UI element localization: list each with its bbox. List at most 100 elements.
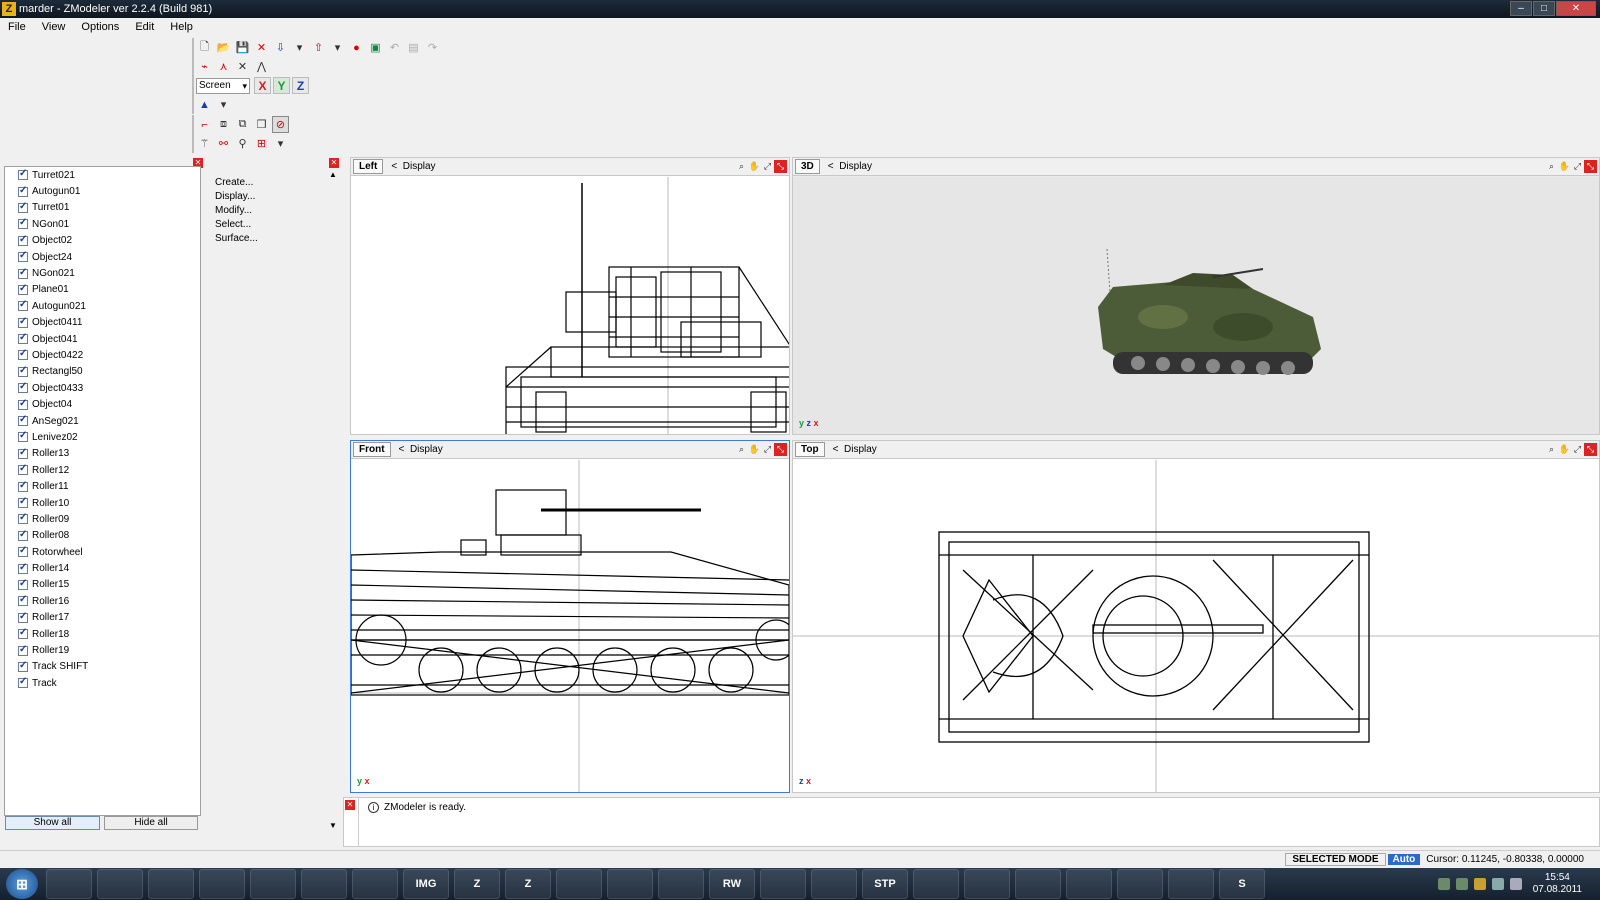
start-button[interactable]: ⊞ — [6, 869, 38, 899]
cross-tool-icon[interactable]: ✕ — [234, 58, 251, 75]
visibility-checkbox[interactable] — [18, 447, 28, 459]
taskbar-app-button[interactable] — [913, 869, 959, 899]
open-file-icon[interactable]: 📂 — [215, 39, 232, 56]
object-list-item[interactable]: Roller16 — [5, 593, 200, 609]
cmd-create[interactable]: Create... — [205, 176, 325, 190]
tray-icon[interactable] — [1473, 878, 1486, 890]
cmd-display[interactable]: Display... — [205, 190, 325, 204]
visibility-checkbox[interactable] — [18, 611, 28, 623]
taskbar-app-button[interactable]: RW — [709, 869, 755, 899]
object-list-item[interactable]: Roller10 — [5, 495, 200, 511]
maximize-button[interactable]: □ — [1533, 1, 1555, 16]
taskbar-app-button[interactable] — [556, 869, 602, 899]
bone-icon[interactable]: ⚲ — [234, 135, 251, 152]
visibility-checkbox[interactable] — [18, 348, 28, 361]
visibility-checkbox[interactable] — [18, 644, 28, 656]
dropdown-arrow-icon[interactable]: ▾ — [329, 39, 346, 56]
taskbar-app-button[interactable] — [1015, 869, 1061, 899]
viewport-left-canvas[interactable] — [351, 177, 789, 434]
viewport-front-tab[interactable]: Front — [353, 442, 391, 457]
viewport-top-canvas[interactable]: z x — [793, 460, 1599, 792]
taskbar-app-button[interactable] — [658, 869, 704, 899]
viewport-left-display-menu[interactable]: < Display — [391, 161, 435, 172]
viewport-left-tab[interactable]: Left — [353, 159, 384, 174]
maximize-viewport-icon[interactable]: ⤡ — [774, 160, 787, 173]
viewport-top-tab[interactable]: Top — [795, 442, 825, 457]
object-list-item[interactable]: Rotorwheel — [5, 544, 200, 560]
hierarchy-icon[interactable]: ⊞ — [253, 135, 270, 152]
fit-icon[interactable]: ⤢ — [761, 160, 774, 173]
redo-icon[interactable]: ↷ — [424, 39, 441, 56]
cmd-surface[interactable]: Surface... — [205, 232, 325, 246]
close-panel-icon[interactable]: ✕ — [329, 158, 339, 168]
maximize-viewport-icon[interactable]: ⤡ — [1584, 443, 1597, 456]
pan-icon[interactable]: ✋ — [1558, 443, 1571, 456]
taskbar-app-button[interactable] — [301, 869, 347, 899]
object-list-item[interactable]: Turret01 — [5, 200, 200, 216]
dropdown-arrow-icon[interactable]: ▾ — [272, 135, 289, 152]
object-list-item[interactable]: Object02 — [5, 233, 200, 249]
select-tool-icon[interactable]: ⋏ — [215, 58, 232, 75]
object-list-item[interactable]: Plane01 — [5, 282, 200, 298]
new-file-icon[interactable]: 🗋 — [196, 39, 213, 56]
visibility-checkbox[interactable] — [18, 512, 28, 525]
taskbar-app-button[interactable] — [199, 869, 245, 899]
magnet-icon[interactable]: ⌁ — [196, 58, 213, 75]
viewport-front-canvas[interactable]: y x — [351, 460, 789, 792]
object-list-item[interactable]: NGon021 — [5, 265, 200, 281]
object-list-item[interactable]: Roller09 — [5, 511, 200, 527]
volume-icon[interactable] — [1509, 878, 1522, 890]
taskbar-app-button[interactable] — [760, 869, 806, 899]
taskbar-app-button[interactable] — [46, 869, 92, 899]
delete-icon[interactable]: ✕ — [253, 39, 270, 56]
object-list-item[interactable]: Track — [5, 675, 200, 691]
maximize-viewport-icon[interactable]: ⤡ — [774, 443, 787, 456]
taskbar-app-button[interactable] — [607, 869, 653, 899]
close-console-icon[interactable]: ✕ — [345, 800, 355, 810]
taskbar-app-button[interactable]: Z — [454, 869, 500, 899]
visibility-checkbox[interactable] — [18, 217, 28, 230]
object-list-item[interactable]: Object0422 — [5, 347, 200, 363]
visibility-checkbox[interactable] — [18, 578, 28, 590]
face-mode-icon[interactable]: ⧉ — [234, 116, 251, 133]
object-list-item[interactable]: Roller11 — [5, 478, 200, 494]
wand-icon[interactable]: ⚚ — [196, 135, 213, 152]
status-auto[interactable]: Auto — [1387, 854, 1421, 865]
pan-icon[interactable]: ✋ — [748, 160, 761, 173]
visibility-checkbox[interactable] — [18, 414, 28, 427]
dropdown-arrow-icon[interactable]: ▾ — [215, 96, 232, 113]
scroll-down-icon[interactable]: ▼ — [329, 821, 339, 831]
taskbar-app-button[interactable] — [1117, 869, 1163, 899]
menu-view[interactable]: View — [34, 21, 74, 33]
visibility-checkbox[interactable] — [18, 627, 28, 640]
taskbar-app-button[interactable] — [1168, 869, 1214, 899]
visibility-checkbox[interactable] — [18, 430, 28, 443]
axis-y-toggle[interactable]: Y — [273, 77, 290, 94]
network-icon[interactable] — [1491, 878, 1504, 890]
visibility-checkbox[interactable] — [18, 529, 28, 541]
object-list-item[interactable]: Object041 — [5, 331, 200, 347]
fit-icon[interactable]: ⤢ — [1571, 160, 1584, 173]
taskbar-app-button[interactable] — [250, 869, 296, 899]
export-icon[interactable]: ⇧ — [310, 39, 327, 56]
visibility-checkbox[interactable] — [18, 168, 28, 181]
viewport-3d[interactable]: 3D < Display ⌕ ✋ ⤢ ⤡ y z x — [792, 157, 1600, 435]
visibility-checkbox[interactable] — [18, 676, 28, 689]
visibility-checkbox[interactable] — [18, 463, 28, 476]
hide-all-button[interactable]: Hide all — [104, 816, 198, 830]
taskbar-app-button[interactable] — [811, 869, 857, 899]
vertex-mode-icon[interactable]: ⌐ — [196, 116, 213, 133]
viewport-front-display-menu[interactable]: < Display — [399, 444, 443, 455]
pan-icon[interactable]: ✋ — [1558, 160, 1571, 173]
taskbar-app-button[interactable]: S — [1219, 869, 1265, 899]
object-mode-icon[interactable]: ❒ — [253, 116, 270, 133]
object-list-item[interactable]: Object0433 — [5, 380, 200, 396]
taskbar-app-button[interactable]: Z — [505, 869, 551, 899]
show-all-button[interactable]: Show all — [5, 816, 100, 830]
close-window-button[interactable]: ✕ — [1556, 1, 1596, 16]
axis-z-toggle[interactable]: Z — [292, 77, 309, 94]
taskbar-app-button[interactable]: STP — [862, 869, 908, 899]
object-list-item[interactable]: Autogun021 — [5, 298, 200, 314]
render-icon[interactable]: ▣ — [367, 39, 384, 56]
zoom-icon[interactable]: ⌕ — [735, 443, 748, 456]
